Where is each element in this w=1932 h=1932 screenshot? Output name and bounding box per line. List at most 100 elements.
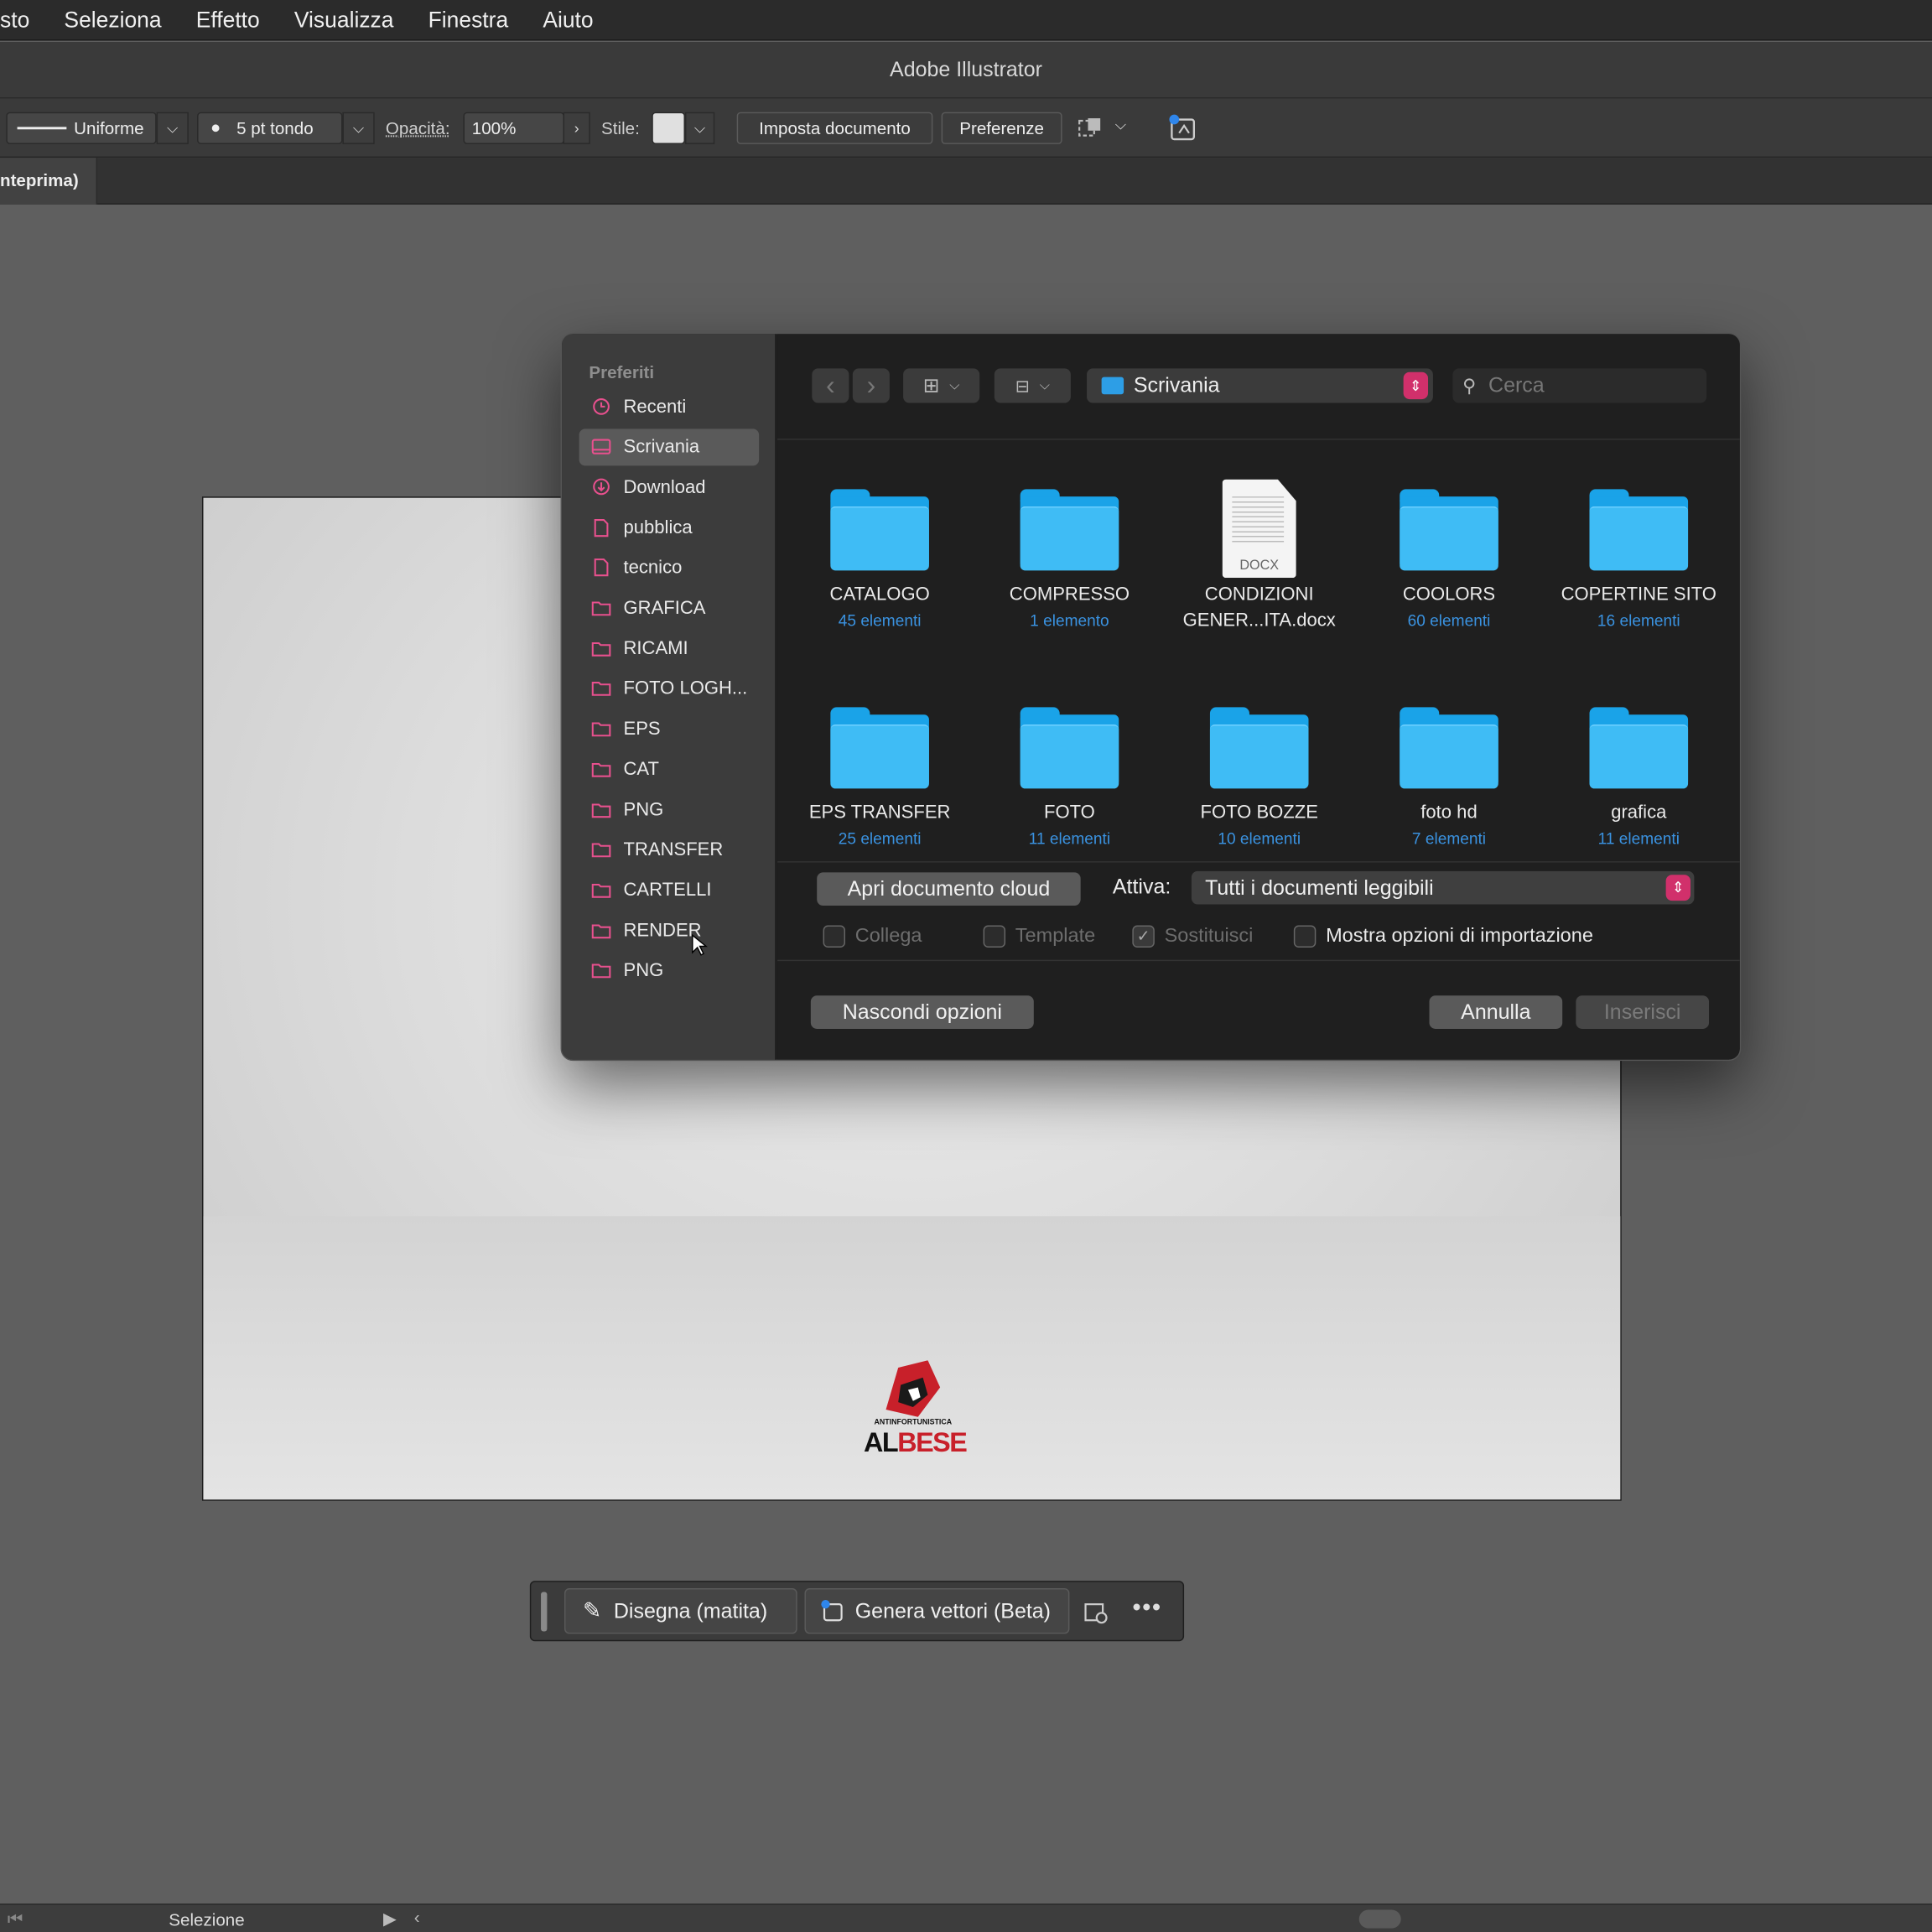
insert-button[interactable]: Inserisci [1576, 995, 1710, 1029]
brush-select[interactable]: 5 pt tondo [197, 112, 343, 144]
link-option[interactable]: Collega [823, 925, 922, 948]
forward-button[interactable]: › [852, 368, 890, 403]
draw-pencil-button[interactable]: ✎ Disegna (matita) [564, 1588, 797, 1634]
sidebar-item-eps[interactable]: EPS [579, 710, 760, 747]
opacity-value: 100% [471, 118, 517, 138]
folder-item[interactable]: CATALOGO 45 elementi [787, 440, 972, 658]
folder-item[interactable]: COOLORS 60 elementi [1357, 440, 1541, 658]
contextual-taskbar: ✎ Disegna (matita) Genera vettori (Beta)… [529, 1581, 1185, 1642]
location-popup[interactable]: Scrivania ⇕ [1087, 368, 1433, 403]
sidebar-item-foto-logh[interactable]: FOTO LOGH... [579, 670, 760, 707]
dialog-sidebar: Preferiti Recenti Scrivania Download pubbli… [562, 334, 776, 1060]
grid-icon: ⊞ [922, 376, 940, 397]
brush-dropdown[interactable]: ⌵ [342, 112, 375, 144]
folder-item[interactable]: COMPRESSO 1 elemento [977, 440, 1161, 658]
menu-help[interactable]: Aiuto [543, 7, 593, 33]
folder-icon [591, 801, 611, 818]
sidebar-item-recenti[interactable]: Recenti [579, 388, 760, 425]
folder-item[interactable]: FOTO BOZZE 10 elementi [1167, 658, 1352, 861]
setup-document-button[interactable]: Imposta documento [736, 112, 933, 144]
preferences-button[interactable]: Preferenze [941, 112, 1062, 144]
sidebar-item-grafica[interactable]: GRAFICA [579, 589, 760, 626]
style-dropdown[interactable]: ⌵ [684, 112, 715, 144]
cancel-button[interactable]: Annulla [1429, 995, 1563, 1029]
menu-effect[interactable]: Effetto [196, 7, 260, 33]
file-name: COOLORS [1402, 584, 1496, 605]
drag-handle[interactable] [541, 1592, 548, 1632]
search-field[interactable]: ⚲ Cerca [1452, 368, 1707, 403]
replace-checkbox[interactable]: ✓ [1132, 925, 1155, 948]
popup-stepper-icon: ⇕ [1665, 875, 1691, 901]
setup-document-label: Imposta documento [759, 118, 911, 138]
sidebar-item-tecnico[interactable]: tecnico [579, 549, 760, 586]
sidebar-item-label: RICAMI [623, 637, 688, 659]
sidebar-item-ricami[interactable]: RICAMI [579, 630, 760, 667]
play-icon[interactable]: ▶ [383, 1909, 397, 1929]
menu-view[interactable]: Visualizza [294, 7, 394, 33]
enable-filter-value: Tutti i documenti leggibili [1205, 875, 1434, 899]
sidebar-item-label: pubblica [623, 517, 693, 538]
item-count: 60 elementi [1407, 610, 1491, 630]
mouse-cursor [691, 933, 709, 956]
generate-vectors-icon[interactable] [1167, 113, 1199, 143]
sidebar-item-png[interactable]: PNG [579, 953, 760, 989]
sidebar-item-transfer[interactable]: TRANSFER [579, 831, 760, 868]
template-checkbox[interactable] [983, 925, 1006, 948]
horizontal-scrollbar-thumb[interactable] [1358, 1909, 1401, 1929]
document-tab-label: nteprima) [0, 169, 79, 190]
replace-option[interactable]: ✓ Sostituisci [1132, 925, 1254, 948]
group-view-button[interactable]: ⊟ ⌵ [994, 368, 1071, 403]
sidebar-item-pubblica[interactable]: pubblica [579, 509, 760, 546]
folder-item[interactable]: EPS TRANSFER 25 elementi [787, 658, 972, 861]
more-options-icon[interactable]: ••• [1132, 1594, 1161, 1623]
sidebar-item-cat[interactable]: CAT [579, 750, 760, 787]
sidebar-item-png[interactable]: PNG [579, 791, 760, 828]
folder-item[interactable]: FOTO 11 elementi [977, 658, 1161, 861]
menu-select[interactable]: Seleziona [64, 7, 161, 33]
menu-edit[interactable]: sto [0, 7, 29, 33]
document-icon [591, 518, 611, 537]
group-grid-icon: ⊟ [1015, 375, 1030, 395]
style-swatch[interactable] [652, 112, 685, 144]
sidebar-item-download[interactable]: Download [579, 469, 760, 506]
image-settings-icon[interactable] [1083, 1601, 1110, 1625]
template-option[interactable]: Template [983, 925, 1095, 948]
sidebar-item-label: tecnico [623, 557, 683, 579]
menu-window[interactable]: Finestra [428, 7, 509, 33]
back-button[interactable]: ‹ [812, 368, 849, 403]
item-count: 1 elemento [1030, 610, 1109, 630]
open-cloud-document-button[interactable]: Apri documento cloud [817, 872, 1081, 906]
folder-item[interactable]: foto hd 7 elementi [1357, 658, 1541, 861]
opacity-input[interactable]: 100% [463, 112, 564, 144]
sidebar-item-render[interactable]: RENDER [579, 911, 760, 948]
replace-label: Sostituisci [1164, 925, 1254, 947]
opacity-arrow[interactable]: › [563, 112, 590, 144]
enable-filter-select[interactable]: Tutti i documenti leggibili ⇕ [1191, 870, 1695, 905]
opacity-label[interactable]: Opacità: [386, 112, 450, 144]
show-import-option[interactable]: Mostra opzioni di importazione [1293, 925, 1593, 948]
folder-item[interactable]: COPERTINE SITO 16 elementi [1546, 440, 1731, 658]
folder-icon [1400, 707, 1498, 789]
style-label: Stile: [601, 118, 640, 138]
app-title: Adobe Illustrator [890, 58, 1042, 81]
folder-icon [1400, 489, 1498, 571]
show-import-checkbox[interactable] [1293, 925, 1317, 948]
transform-icon[interactable] [1077, 116, 1104, 140]
sidebar-item-scrivania[interactable]: Scrivania [579, 428, 760, 465]
chevron-down-icon[interactable]: ⌵ [1115, 116, 1126, 134]
hide-options-button[interactable]: Nascondi opzioni [810, 995, 1034, 1029]
stroke-style-dropdown[interactable]: ⌵ [156, 112, 189, 144]
folder-item[interactable]: grafica 11 elementi [1546, 658, 1731, 861]
scroll-left-icon[interactable]: ‹ [414, 1908, 420, 1928]
file-item[interactable]: DOCX CONDIZIONI GENER...ITA.docx [1167, 440, 1352, 658]
sidebar-item-label: TRANSFER [623, 839, 724, 860]
generate-vectors-button[interactable]: Genera vettori (Beta) [804, 1588, 1070, 1634]
folder-icon [1209, 707, 1309, 789]
icon-view-button[interactable]: ⊞ ⌵ [903, 368, 980, 403]
file-name: CATALOGO [829, 584, 930, 605]
document-tab[interactable]: nteprima) [0, 158, 98, 205]
sidebar-item-cartelli[interactable]: CARTELLI [579, 871, 760, 908]
stroke-style-select[interactable]: Uniforme [6, 112, 157, 144]
artboard-nav-icon[interactable]: ⏮ [8, 1909, 23, 1929]
link-checkbox[interactable] [823, 925, 846, 948]
